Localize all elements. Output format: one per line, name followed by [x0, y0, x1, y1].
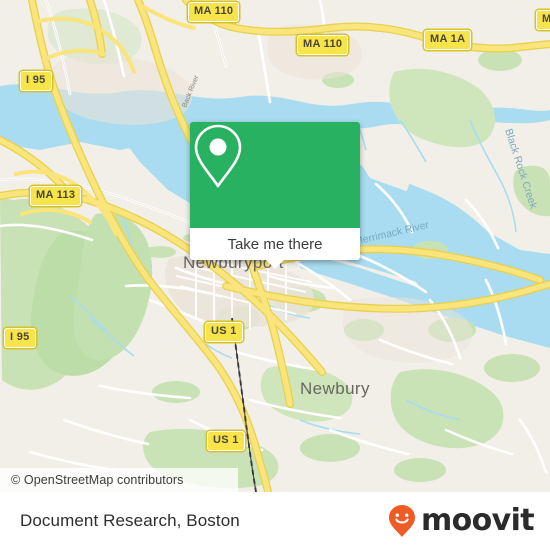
page-title: Document Research, Boston: [20, 511, 240, 530]
moovit-wordmark: moovit: [420, 503, 535, 538]
osm-attribution-text: © OpenStreetMap contributors: [11, 473, 184, 487]
shield-i-95-north[interactable]: I 95: [20, 71, 52, 91]
card-pointer-tail: [265, 259, 285, 269]
moovit-map-screenshot: Newburyport Newbury Merrimack River Blac…: [0, 0, 550, 550]
take-me-there-label: Take me there: [227, 235, 323, 253]
shield-ma-110-north[interactable]: MA 110: [188, 2, 240, 22]
map-canvas[interactable]: Newburyport Newbury Merrimack River Blac…: [0, 0, 550, 492]
footer-bar: Document Research, Boston moovit: [0, 492, 550, 550]
take-me-there-button[interactable]: Take me there: [190, 228, 360, 269]
shield-i-95-south[interactable]: I 95: [4, 328, 36, 348]
moovit-logo[interactable]: moovit: [387, 492, 535, 550]
shield-ma-edge[interactable]: MA: [536, 10, 550, 30]
shield-ma-110[interactable]: MA 110: [297, 35, 349, 55]
shield-us-1-south[interactable]: US 1: [207, 431, 245, 451]
card-image-area: [190, 122, 360, 228]
shield-us-1-north[interactable]: US 1: [205, 322, 243, 342]
moovit-pin-icon: [388, 505, 415, 537]
osm-attribution[interactable]: © OpenStreetMap contributors: [0, 468, 238, 492]
location-popup-card[interactable]: Take me there: [190, 122, 360, 269]
map-pin-icon: [194, 124, 242, 188]
map-label-newbury: Newbury: [300, 379, 370, 398]
shield-ma-113[interactable]: MA 113: [30, 186, 82, 206]
shield-ma-1a[interactable]: MA 1A: [424, 30, 472, 50]
